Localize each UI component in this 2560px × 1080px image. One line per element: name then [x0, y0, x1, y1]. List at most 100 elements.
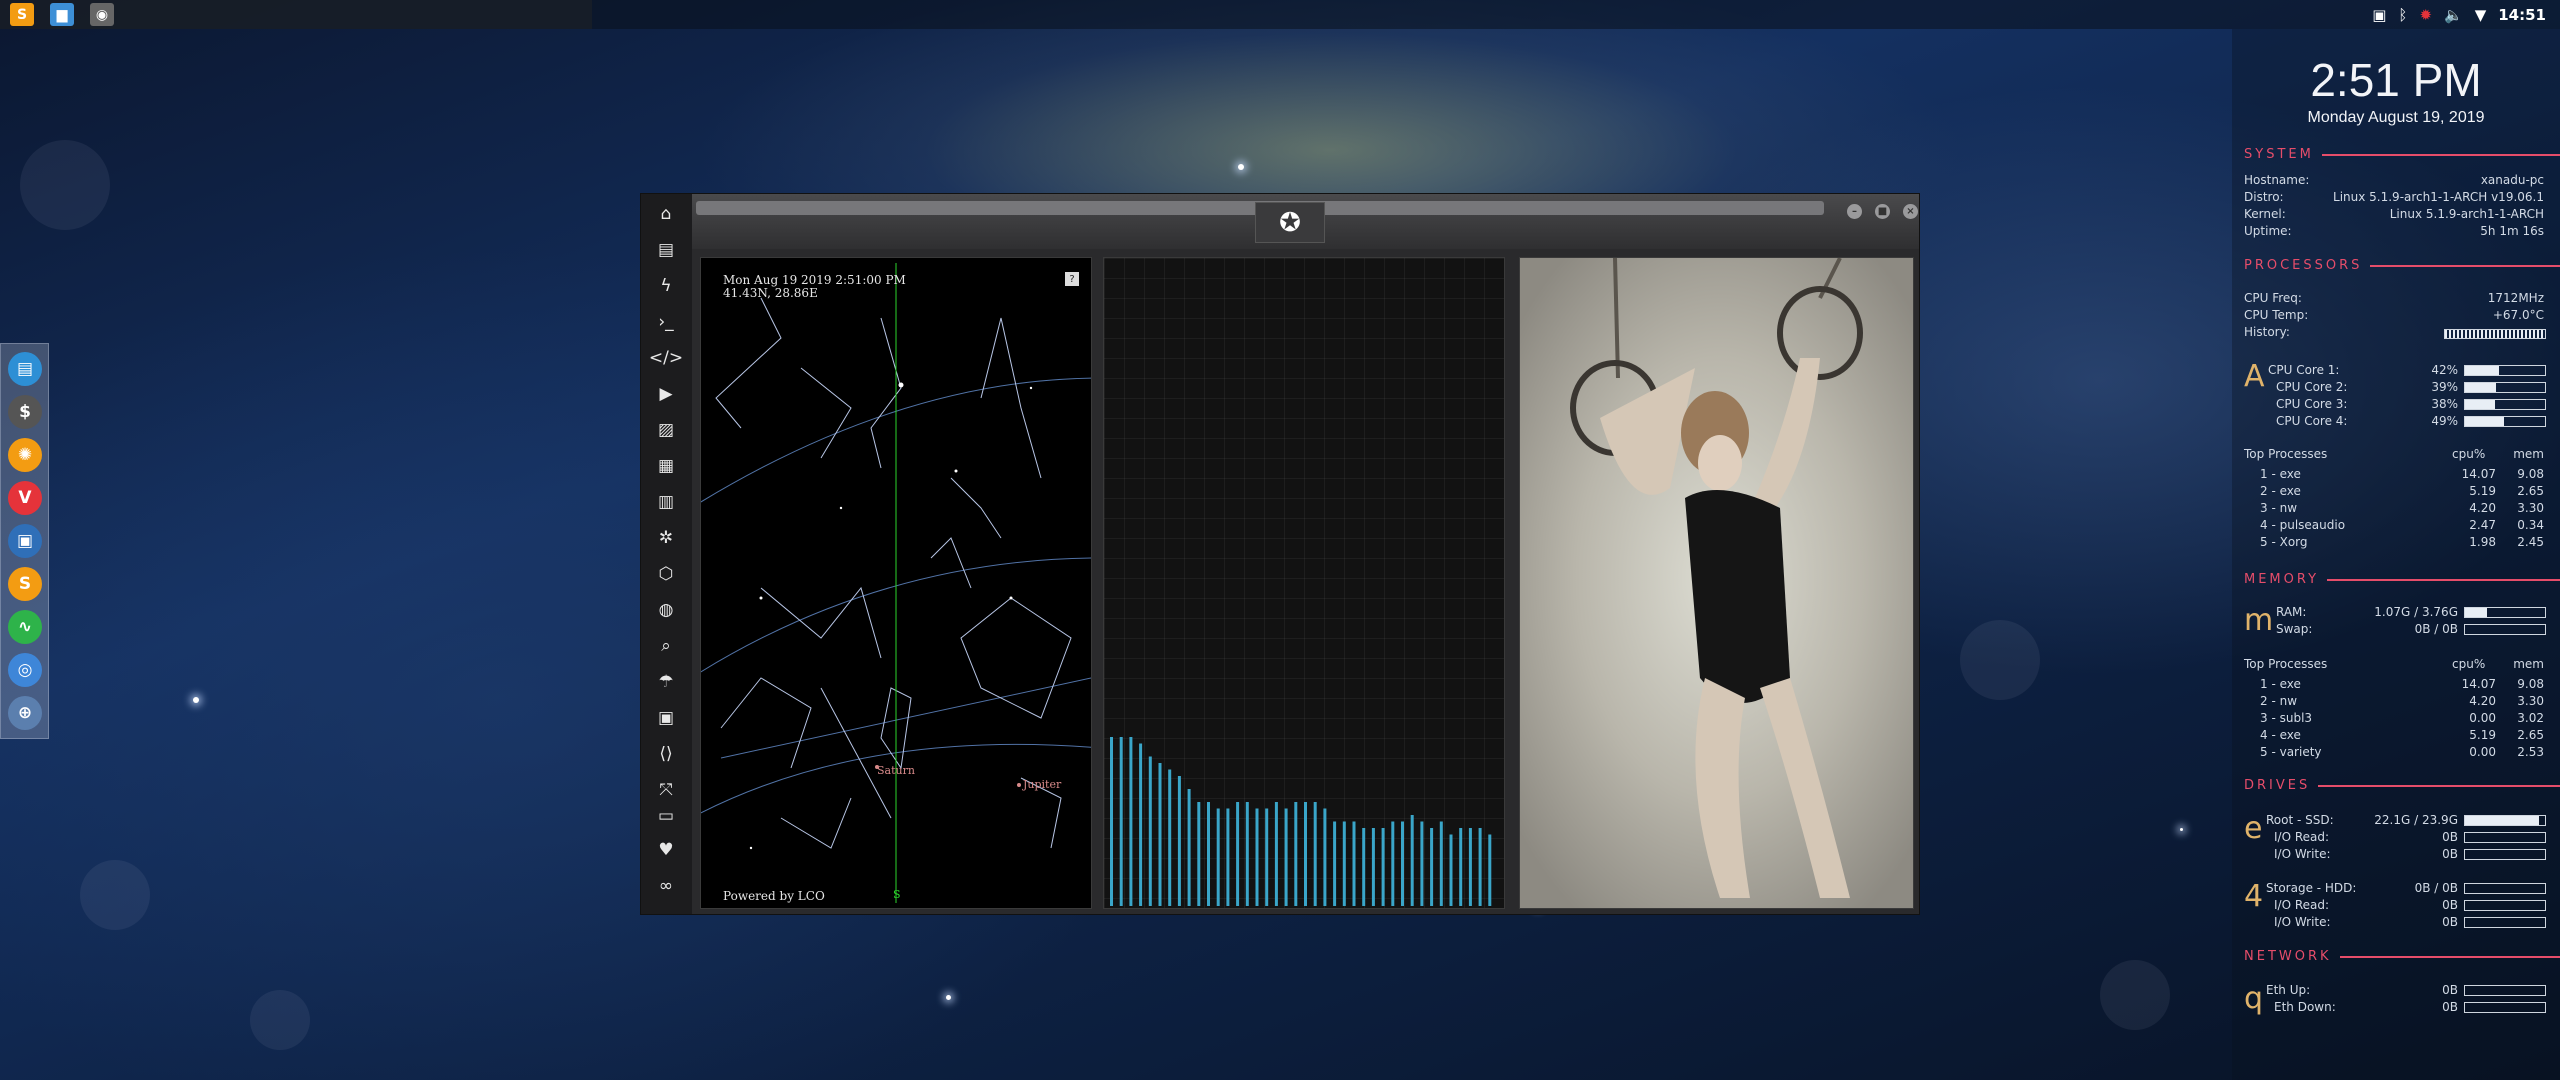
- eth-up-bar: [2464, 985, 2546, 996]
- monitor-app[interactable]: ∿: [8, 610, 42, 644]
- south-marker: S: [893, 888, 901, 901]
- audio-bar: [1139, 743, 1143, 906]
- rebel-icon[interactable]: ✲: [654, 526, 678, 550]
- tray-clock[interactable]: 14:51: [2498, 6, 2546, 24]
- app-launcher[interactable]: ◉: [90, 3, 114, 26]
- jupiter-label: Jupiter: [1023, 778, 1062, 791]
- globe-app[interactable]: ⊕: [8, 696, 42, 730]
- files-app[interactable]: ▤: [8, 352, 42, 386]
- audio-bar: [1420, 821, 1424, 906]
- play-icon[interactable]: ▶: [654, 382, 678, 406]
- cpu-history-graph: [2444, 329, 2546, 339]
- audio-bar: [1478, 828, 1482, 906]
- swap-bar: [2464, 624, 2546, 635]
- saturn-label: Saturn: [877, 764, 915, 777]
- process-row: 2 - exe 5.19 2.65: [2260, 484, 2544, 498]
- audio-bar: [1129, 737, 1133, 906]
- star-chart: [701, 263, 1091, 903]
- settings-gear-icon[interactable]: ✹: [2419, 6, 2432, 24]
- globe-icon[interactable]: ◍: [654, 598, 678, 622]
- gymnast-photo: [1570, 258, 1863, 898]
- sublime-app[interactable]: S: [8, 567, 42, 601]
- process-row: 4 - pulseaudio 2.47 0.34: [2260, 518, 2544, 532]
- audio-visualizer-panel: [1103, 257, 1505, 909]
- hexagon-icon[interactable]: ⬡: [654, 562, 678, 586]
- conky-monitor: 2:51 PM Monday August 19, 2019 SYSTEM Ho…: [2232, 29, 2560, 1080]
- code-icon[interactable]: </>: [649, 346, 683, 370]
- image-icon[interactable]: ▦: [654, 454, 678, 478]
- drives-section-title: DRIVES: [2244, 778, 2560, 793]
- vivaldi-app[interactable]: V: [8, 481, 42, 515]
- sublime-launcher[interactable]: S: [10, 3, 34, 26]
- cpu-core-bar: [2464, 399, 2546, 410]
- umbrella-icon[interactable]: ☂: [654, 670, 678, 694]
- news-icon[interactable]: ▥: [654, 490, 678, 514]
- youtube-icon[interactable]: ▭: [654, 804, 678, 828]
- cpu-core-bar: [2464, 365, 2546, 376]
- audio-bar: [1245, 802, 1249, 906]
- ubuntu-app[interactable]: ✺: [8, 438, 42, 472]
- chromium-app[interactable]: ◎: [8, 653, 42, 687]
- process-row: 3 - subl3 0.00 3.02: [2260, 711, 2544, 725]
- ram-bar: [2464, 607, 2546, 618]
- cpu-glyph: A: [2244, 359, 2265, 394]
- audio-bar: [1168, 769, 1172, 906]
- screen-app[interactable]: ▣: [8, 524, 42, 558]
- left-dock: ▤ $ ✺ V ▣ S ∿ ◎ ⊕: [0, 343, 49, 739]
- link-icon[interactable]: ∞: [654, 874, 678, 898]
- document-icon[interactable]: ▤: [654, 238, 678, 262]
- audio-bar: [1401, 821, 1404, 906]
- top-panel: S ▆ ◉ ▣ ᛒ ✹ 🔈 ▼ 14:51: [0, 0, 2560, 29]
- root-io-write-bar: [2464, 849, 2546, 860]
- contact-icon[interactable]: ▣: [654, 706, 678, 730]
- lightning-icon[interactable]: ϟ: [654, 274, 678, 298]
- audio-bar: [1216, 808, 1220, 906]
- audio-bar: [1371, 828, 1375, 906]
- audio-bar: [1110, 737, 1113, 906]
- home-icon[interactable]: ⌂: [654, 202, 678, 226]
- audio-bar: [1352, 821, 1356, 906]
- terminal-icon[interactable]: ›_: [654, 310, 678, 334]
- audio-bar: [1488, 834, 1492, 906]
- heart-icon[interactable]: ♥: [654, 838, 678, 862]
- expand-icon[interactable]: ⤧: [654, 778, 678, 802]
- volume-icon[interactable]: 🔈: [2444, 6, 2463, 24]
- sky-coordinates: 41.43N, 28.86E: [723, 286, 818, 300]
- process-row: 3 - nw 4.20 3.30: [2260, 501, 2544, 515]
- audio-bar: [1265, 808, 1269, 906]
- storage-io-write-bar: [2464, 917, 2546, 928]
- search-icon[interactable]: ⌕: [654, 634, 678, 658]
- window-titlebar[interactable]: ✪ – ■ ×: [692, 194, 1919, 249]
- audio-bar: [1391, 821, 1395, 906]
- audio-bar: [1410, 815, 1414, 906]
- minimize-button[interactable]: –: [1847, 204, 1862, 219]
- system-tray: ▣ ᛒ ✹ 🔈 ▼ 14:51: [2372, 0, 2560, 29]
- eth-down-bar: [2464, 1002, 2546, 1013]
- audio-bar: [1158, 763, 1162, 906]
- maximize-button[interactable]: ■: [1875, 204, 1890, 219]
- root-drive-bar: [2464, 815, 2546, 826]
- help-button[interactable]: ?: [1065, 272, 1079, 286]
- audio-bar: [1177, 776, 1181, 906]
- wifi-icon[interactable]: ▼: [2475, 6, 2487, 24]
- image-icon[interactable]: ▣: [2372, 6, 2386, 24]
- audio-bars: [1110, 737, 1492, 906]
- process-row: 5 - variety 0.00 2.53: [2260, 745, 2544, 759]
- process-row: 2 - nw 4.20 3.30: [2260, 694, 2544, 708]
- memory-section-title: MEMORY: [2244, 572, 2560, 587]
- terminal-app[interactable]: $: [8, 395, 42, 429]
- conky-date: Monday August 19, 2019: [2307, 109, 2485, 126]
- audio-bar: [1148, 756, 1152, 906]
- close-button[interactable]: ×: [1903, 204, 1918, 219]
- root-io-read-bar: [2464, 832, 2546, 843]
- storage-drive-glyph: 4: [2244, 879, 2264, 914]
- root-drive-glyph: e: [2244, 811, 2263, 846]
- embed-icon[interactable]: ⟨⟩: [654, 742, 678, 766]
- process-row: 1 - exe 14.07 9.08: [2260, 467, 2544, 481]
- bluetooth-icon[interactable]: ᛒ: [2398, 6, 2407, 24]
- files-launcher[interactable]: ▆: [50, 3, 74, 26]
- gallery-icon[interactable]: ▨: [654, 418, 678, 442]
- process-row: 1 - exe 14.07 9.08: [2260, 677, 2544, 691]
- sky-map-panel[interactable]: Mon Aug 19 2019 2:51:00 PM 41.43N, 28.86…: [700, 257, 1092, 909]
- audio-bar: [1381, 828, 1385, 906]
